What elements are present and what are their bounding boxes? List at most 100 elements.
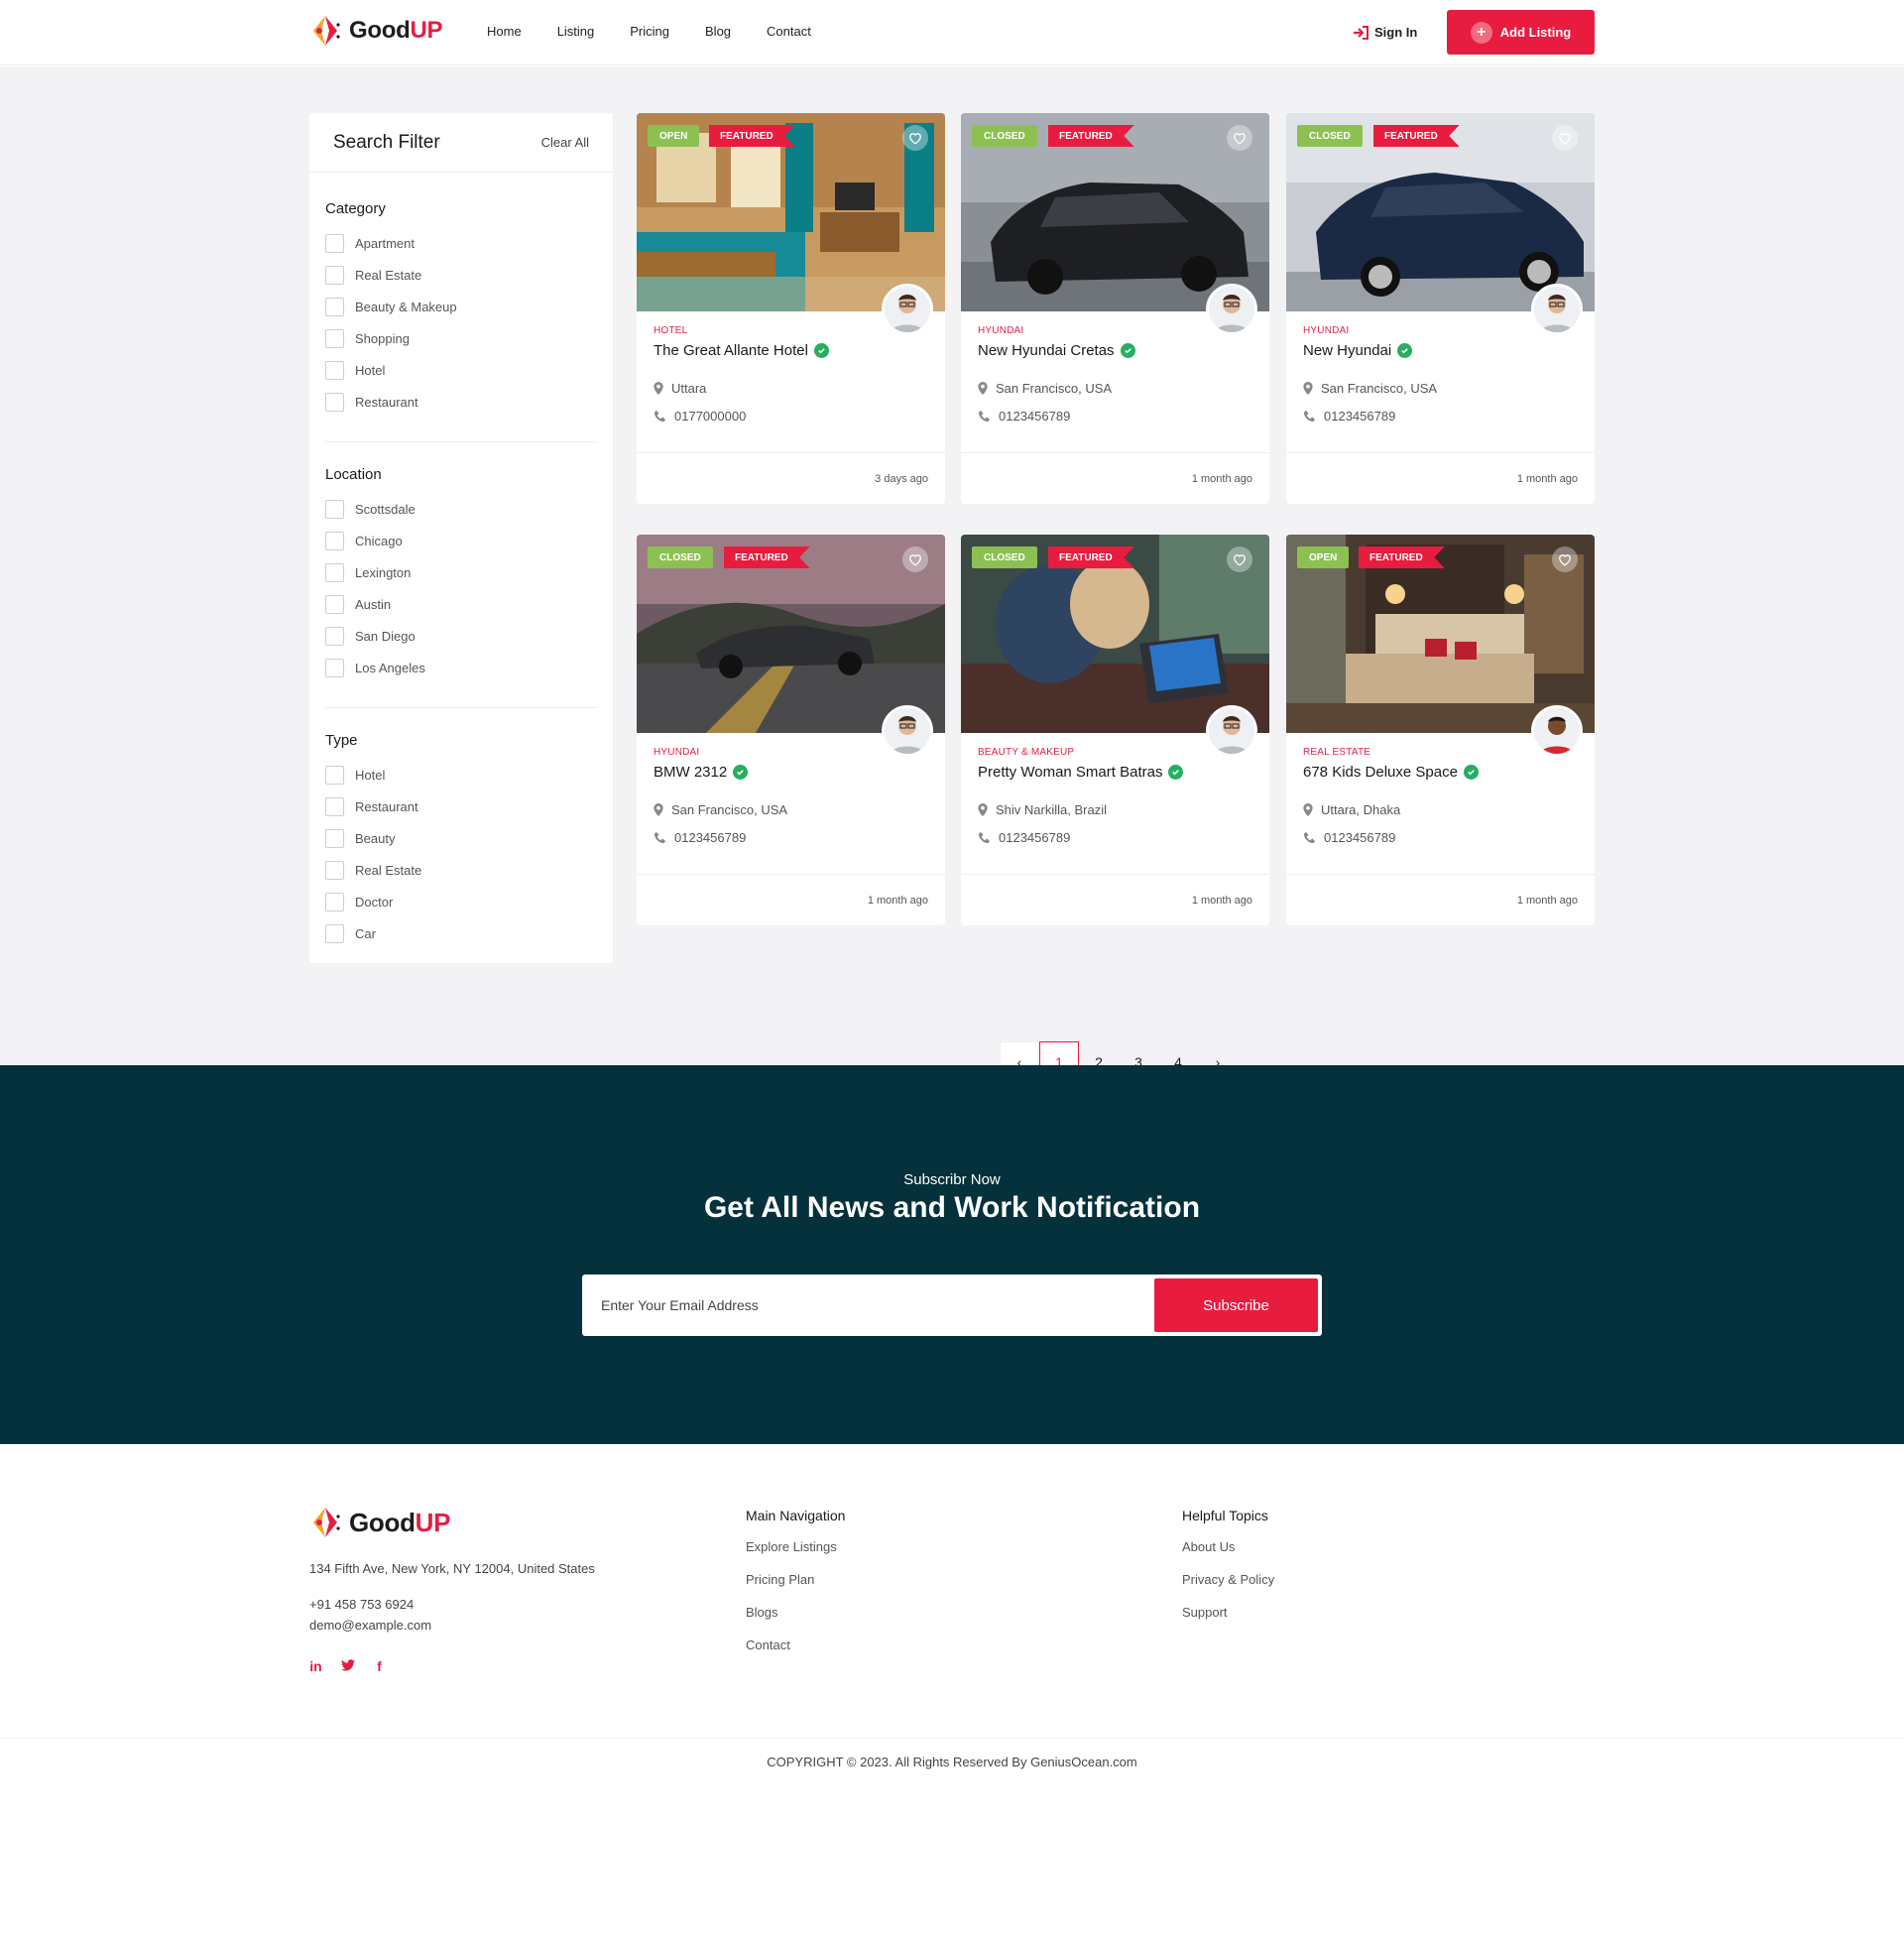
checkbox[interactable] [325, 594, 344, 614]
listing-card[interactable]: CLOSED FEATURED HYUNDAI BMW 2312 San Fra… [637, 535, 945, 925]
footer-link[interactable]: About Us [1182, 1537, 1274, 1570]
checkbox[interactable] [325, 265, 344, 285]
nav-pricing[interactable]: Pricing [630, 24, 669, 39]
clear-all-button[interactable]: Clear All [541, 135, 589, 150]
heart-icon[interactable] [1227, 125, 1252, 151]
filter-option[interactable]: Apartment [325, 227, 597, 259]
footer-link[interactable]: Contact [746, 1636, 845, 1668]
listing-title[interactable]: The Great Allante Hotel [654, 342, 928, 359]
footer-link[interactable]: Blogs [746, 1603, 845, 1636]
checkbox[interactable] [325, 796, 344, 816]
footer-phone[interactable]: +91 458 753 6924 [309, 1597, 414, 1612]
avatar[interactable] [882, 705, 933, 757]
filter-option[interactable]: Lexington [325, 556, 597, 588]
avatar[interactable] [1206, 705, 1257, 757]
checkbox[interactable] [325, 360, 344, 380]
avatar[interactable] [1531, 705, 1583, 757]
filter-option[interactable]: Hotel [325, 759, 597, 790]
checkbox[interactable] [325, 233, 344, 253]
checkbox[interactable] [325, 392, 344, 412]
nav-blog[interactable]: Blog [705, 24, 731, 39]
filter-group-type: Type Hotel Restaurant Beauty Real Estate… [309, 732, 613, 949]
listing-section: Search Filter Clear All Category Apartme… [0, 66, 1904, 1082]
listing-title[interactable]: Pretty Woman Smart Batras [978, 764, 1252, 781]
listing-image[interactable]: OPEN FEATURED [637, 113, 945, 311]
checkbox[interactable] [325, 923, 344, 943]
checkbox[interactable] [325, 562, 344, 582]
verified-icon [813, 343, 829, 358]
filter-option[interactable]: Chicago [325, 525, 597, 556]
footer-link[interactable]: Pricing Plan [746, 1570, 845, 1603]
brand-logo[interactable]: GoodUP [309, 14, 443, 48]
site-footer: GoodUP 134 Fifth Ave, New York, NY 12004… [0, 1444, 1904, 1942]
listing-image[interactable]: OPEN FEATURED [1286, 535, 1595, 733]
filter-option[interactable]: Hotel [325, 354, 597, 386]
heart-icon[interactable] [1227, 546, 1252, 572]
phone-icon [654, 410, 666, 423]
linkedin-icon[interactable]: in [308, 1658, 323, 1674]
listing-title[interactable]: BMW 2312 [654, 764, 928, 781]
map-pin-icon [978, 382, 988, 395]
avatar[interactable] [1206, 284, 1257, 335]
listing-card[interactable]: OPEN FEATURED REAL ESTATE 678 Kids Delux… [1286, 535, 1595, 925]
checkbox[interactable] [325, 658, 344, 677]
filter-option[interactable]: Doctor [325, 886, 597, 917]
listing-category: HYUNDAI [1303, 325, 1350, 336]
avatar[interactable] [1531, 284, 1583, 335]
listing-title[interactable]: New Hyundai [1303, 342, 1578, 359]
checkbox[interactable] [325, 860, 344, 880]
footer-link[interactable]: Explore Listings [746, 1537, 845, 1570]
listing-title[interactable]: New Hyundai Cretas [978, 342, 1252, 359]
listing-image[interactable]: CLOSED FEATURED [1286, 113, 1595, 311]
footer-email[interactable]: demo@example.com [309, 1618, 431, 1633]
filter-option[interactable]: Real Estate [325, 259, 597, 291]
filter-option[interactable]: Beauty [325, 822, 597, 854]
filter-option[interactable]: Real Estate [325, 854, 597, 886]
filter-option[interactable]: Austin [325, 588, 597, 620]
filter-option[interactable]: Shopping [325, 322, 597, 354]
checkbox[interactable] [325, 531, 344, 550]
filter-option[interactable]: Restaurant [325, 386, 597, 418]
heart-icon[interactable] [902, 546, 928, 572]
sign-in-link[interactable]: Sign In [1353, 25, 1417, 40]
featured-badge: FEATURED [724, 546, 810, 568]
footer-logo[interactable]: GoodUP [309, 1506, 450, 1539]
facebook-icon[interactable]: f [372, 1658, 387, 1674]
checkbox[interactable] [325, 892, 344, 911]
filter-option[interactable]: Car [325, 917, 597, 949]
nav-listing[interactable]: Listing [557, 24, 595, 39]
listing-image[interactable]: CLOSED FEATURED [637, 535, 945, 733]
checkbox[interactable] [325, 499, 344, 519]
listing-card[interactable]: OPEN FEATURED HOTEL The Great Allante Ho… [637, 113, 945, 504]
checkbox[interactable] [325, 828, 344, 848]
nav-home[interactable]: Home [487, 24, 522, 39]
avatar[interactable] [882, 284, 933, 335]
heart-icon[interactable] [1552, 125, 1578, 151]
listing-card[interactable]: CLOSED FEATURED BEAUTY & MAKEUP Pretty W… [961, 535, 1269, 925]
filter-option[interactable]: Beauty & Makeup [325, 291, 597, 322]
footer-col-title: Helpful Topics [1182, 1508, 1268, 1523]
twitter-icon[interactable] [340, 1658, 355, 1674]
checkbox[interactable] [325, 328, 344, 348]
checkbox[interactable] [325, 626, 344, 646]
phone-icon [1303, 410, 1316, 423]
footer-link[interactable]: Support [1182, 1603, 1274, 1636]
listing-title[interactable]: 678 Kids Deluxe Space [1303, 764, 1578, 781]
checkbox[interactable] [325, 765, 344, 785]
listing-card[interactable]: CLOSED FEATURED HYUNDAI New Hyundai Cret… [961, 113, 1269, 504]
subscribe-button[interactable]: Subscribe [1154, 1278, 1318, 1332]
add-listing-button[interactable]: + Add Listing [1447, 10, 1595, 55]
listing-image[interactable]: CLOSED FEATURED [961, 113, 1269, 311]
filter-option[interactable]: Restaurant [325, 790, 597, 822]
heart-icon[interactable] [1552, 546, 1578, 572]
footer-link[interactable]: Privacy & Policy [1182, 1570, 1274, 1603]
filter-option[interactable]: Scottsdale [325, 493, 597, 525]
email-input[interactable] [582, 1274, 1152, 1336]
listing-card[interactable]: CLOSED FEATURED HYUNDAI New Hyundai San … [1286, 113, 1595, 504]
listing-image[interactable]: CLOSED FEATURED [961, 535, 1269, 733]
heart-icon[interactable] [902, 125, 928, 151]
nav-contact[interactable]: Contact [767, 24, 811, 39]
filter-option[interactable]: Los Angeles [325, 652, 597, 683]
checkbox[interactable] [325, 297, 344, 316]
filter-option[interactable]: San Diego [325, 620, 597, 652]
